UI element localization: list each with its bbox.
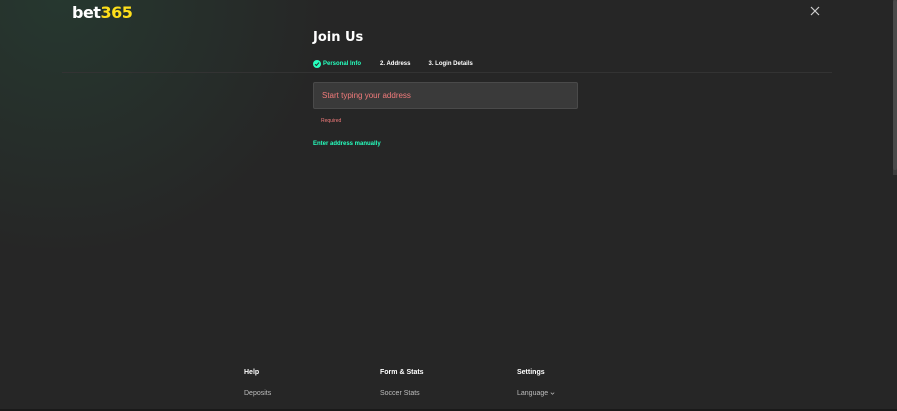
step-label: 3. Login Details [428,61,473,67]
close-icon [810,6,820,16]
step-personal-info[interactable]: Personal Info [313,57,361,71]
footer-column-form-stats: Form & Stats Soccer Stats [380,369,424,397]
header-divider [62,72,832,73]
page-title: Join Us [313,30,364,45]
join-page: bet365 Join Us Personal Info 2. Address … [0,0,897,411]
bet365-logo[interactable]: bet365 [72,3,133,22]
address-error-message: Required [321,118,342,124]
logo-text: bet [72,3,101,22]
footer-heading: Help [244,369,260,376]
footer-column-help: Help Deposits [244,369,271,397]
check-icon [313,60,321,68]
step-label: Personal Info [323,61,362,67]
footer-link-language[interactable]: Language [517,390,555,397]
logo-accent: 365 [100,3,133,22]
footer-heading: Settings [517,369,545,376]
footer-link-label: Deposits [244,390,272,397]
step-progress: Personal Info 2. Address 3. Login Detail… [313,57,473,73]
address-search-input[interactable] [313,82,578,109]
step-label: 2. Address [380,61,411,67]
close-button[interactable] [808,4,822,18]
step-login-details[interactable]: 3. Login Details [428,57,472,71]
step-address[interactable]: 2. Address [379,57,412,73]
background-gradient [0,0,330,260]
enter-address-manually-link[interactable]: Enter address manually [313,141,381,147]
footer-heading: Form & Stats [380,369,424,376]
footer-link-label: Soccer Stats [380,390,420,397]
footer-link-soccer-stats[interactable]: Soccer Stats [380,390,420,397]
chevron-down-icon [550,392,555,395]
footer-column-settings: Settings Language [517,369,555,397]
footer-link-deposits[interactable]: Deposits [244,390,271,397]
scrollbar-track[interactable] [893,0,897,175]
footer-link-label: Language [517,390,549,397]
scrollbar-thumb[interactable] [893,0,897,170]
